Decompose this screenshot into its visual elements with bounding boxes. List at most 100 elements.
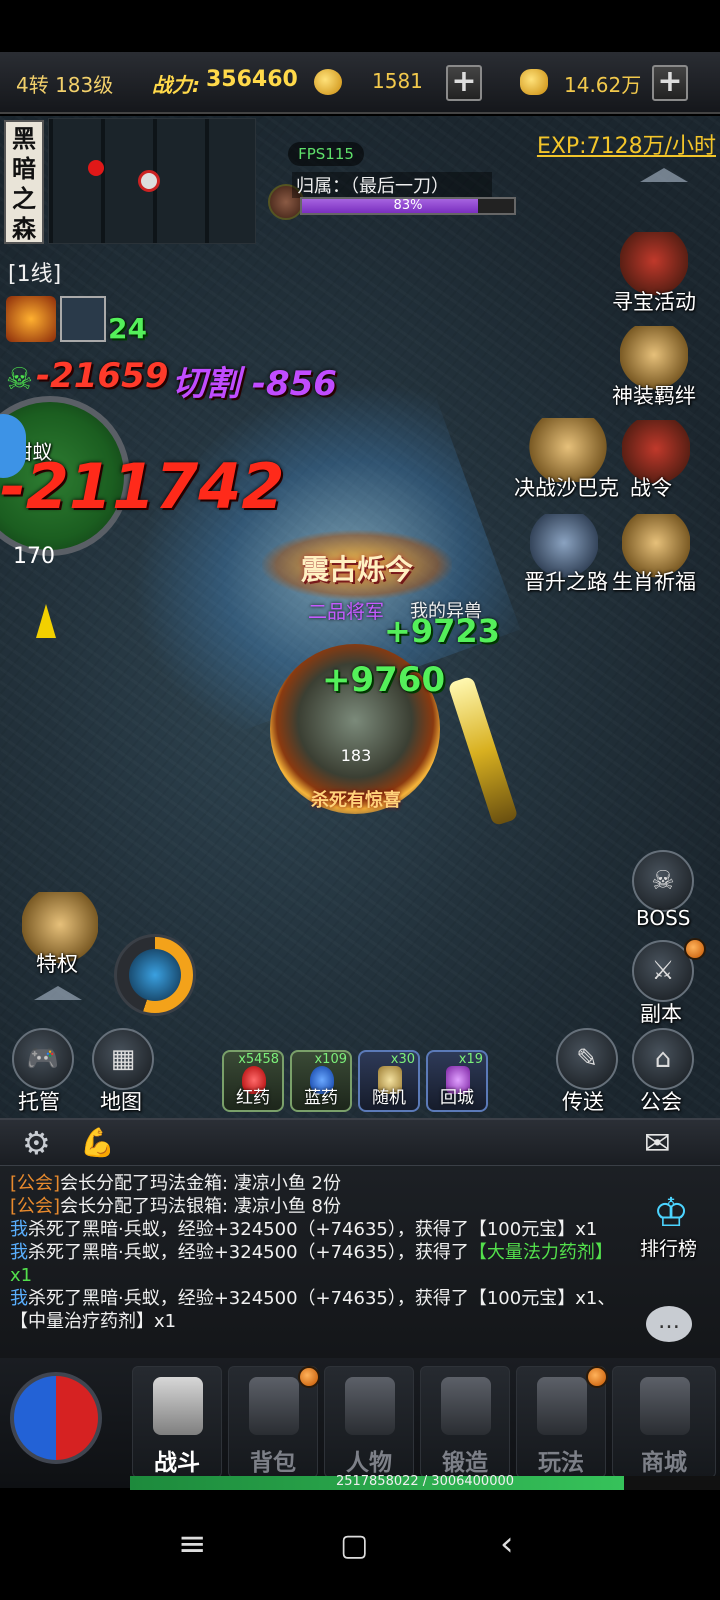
add-gold-button[interactable]: +	[446, 65, 482, 101]
nav-gameplay-label: 玩法	[538, 1450, 584, 1476]
skill-buff-icon	[60, 296, 106, 342]
top-resource-bar: 4转 183级 战力: 356460 1581 + 14.62万 +	[0, 52, 720, 114]
back-icon[interactable]: ‹	[500, 1524, 514, 1564]
minimap-enemy-marker	[88, 160, 104, 176]
world-map-label[interactable]: 地图	[100, 1086, 142, 1116]
blue-potion-label: 蓝药	[304, 1088, 338, 1108]
ranking-trophy-icon[interactable]: ♔	[636, 1190, 706, 1238]
red-potion-label: 红药	[236, 1088, 270, 1108]
guild-hall-icon: ⌂	[654, 1044, 672, 1074]
chat-text: 会长分配了玛法金箱: 凄凉小鱼 2份	[60, 1173, 342, 1194]
chat-guild-tag: [公会]	[10, 1196, 61, 1217]
guild-label[interactable]: 公会	[640, 1086, 682, 1116]
random-scroll-count: x30	[390, 1052, 415, 1067]
chat-guild-tag: [公会]	[10, 1173, 61, 1194]
damage-number-1: -21659	[36, 356, 169, 396]
nav-forge-label: 锻造	[442, 1450, 488, 1476]
crossed-swords-icon	[153, 1377, 203, 1435]
nav-character-label: 人物	[346, 1450, 392, 1476]
muscle-strength-icon[interactable]: 💪	[80, 1126, 115, 1159]
home-icon[interactable]: ▢	[340, 1528, 368, 1563]
player-level: 183	[340, 746, 372, 765]
expand-arrow-icon[interactable]	[34, 986, 82, 1000]
status-bar	[0, 0, 720, 52]
hero-title-text: 震古烁今	[300, 553, 413, 586]
collapse-arrow-icon[interactable]	[640, 168, 688, 182]
return-scroll-label: 回城	[440, 1088, 474, 1108]
blue-potion-slot[interactable]: x109 蓝药	[290, 1050, 352, 1112]
chat-line: 我杀死了黑暗·兵蚁，经验+324500（+74635），获得了【100元宝】x1	[10, 1218, 622, 1241]
dungeon-label[interactable]: 副本	[640, 998, 682, 1028]
add-ingot-button[interactable]: +	[652, 65, 688, 101]
chat-messages[interactable]: [公会]会长分配了玛法金箱: 凄凉小鱼 2份 [公会]会长分配了玛法银箱: 凄凉…	[10, 1172, 622, 1333]
blue-potion-count: x109	[314, 1052, 347, 1067]
heal-number-1: +9723	[384, 612, 500, 650]
winged-sword-icon	[537, 1377, 587, 1435]
teleport-label[interactable]: 传送	[562, 1086, 604, 1116]
boss-skull-icon: ☠	[651, 866, 675, 896]
battle-order-label[interactable]: 战令	[630, 472, 672, 502]
helmet-icon	[345, 1377, 395, 1435]
chat-text: 杀死了黑暗·兵蚁，经验+324500（+74635），获得了	[28, 1242, 469, 1263]
auto-play-button[interactable]: 🎮	[12, 1028, 74, 1090]
teleport-button[interactable]: ✎	[556, 1028, 618, 1090]
random-scroll-label: 随机	[372, 1088, 406, 1108]
yin-yang-orb-icon[interactable]	[10, 1372, 102, 1464]
minimap-player-marker	[138, 170, 160, 192]
guild-button[interactable]: ⌂	[632, 1028, 694, 1090]
random-scroll-slot[interactable]: x30 随机	[358, 1050, 420, 1112]
gold-coin-icon	[314, 69, 342, 95]
gold-amount: 1581	[372, 69, 423, 93]
chat-sender: 我	[10, 1242, 28, 1263]
pointer-marker-icon	[36, 604, 56, 638]
boss-gauge-level: 170	[13, 544, 55, 569]
chat-panel: ⚙ 💪 ✉ [公会]会长分配了玛法金箱: 凄凉小鱼 2份 [公会]会长分配了玛法…	[0, 1118, 720, 1358]
damage-tag-1: 切割 -856	[172, 364, 337, 404]
quick-item-bar: x5458 红药 x109 蓝药 x30 随机 x19 回城	[200, 1050, 518, 1120]
return-scroll-slot[interactable]: x19 回城	[426, 1050, 488, 1112]
power-value: 356460	[206, 67, 298, 92]
red-potion-slot[interactable]: x5458 红药	[222, 1050, 284, 1112]
mail-envelope-icon[interactable]: ✉	[644, 1124, 671, 1162]
nav-shop[interactable]: 商城	[612, 1366, 716, 1478]
world-map-button[interactable]: ▦	[92, 1028, 154, 1090]
recent-apps-icon[interactable]: ≡	[178, 1524, 207, 1564]
fire-buff-icon	[6, 296, 56, 342]
scroll-icon: ✎	[576, 1044, 598, 1074]
auto-play-label[interactable]: 托管	[18, 1086, 60, 1116]
exp-bar: 2517858022 / 3006400000	[130, 1474, 720, 1490]
map-icon: ▦	[110, 1044, 136, 1074]
server-line-label[interactable]: [1线]	[8, 256, 61, 288]
nav-forge[interactable]: 锻造	[420, 1366, 510, 1478]
nav-battle-label: 战斗	[154, 1450, 200, 1476]
chat-text: 杀死了黑暗·兵蚁，经验+324500（+74635），获得了【100元宝】x1、…	[10, 1288, 616, 1332]
nav-battle[interactable]: 战斗	[132, 1366, 222, 1478]
chat-line: [公会]会长分配了玛法银箱: 凄凉小鱼 8份	[10, 1195, 622, 1218]
zodiac-blessing-label[interactable]: 生肖祈福	[612, 566, 696, 596]
backpack-icon	[249, 1377, 299, 1435]
nav-shop-label: 商城	[641, 1450, 687, 1476]
boss-label[interactable]: BOSS	[636, 906, 691, 930]
sabac-battle-label[interactable]: 决战沙巴克	[514, 472, 619, 502]
player-rank: 4转 183级	[16, 73, 114, 97]
hero-rank-name: 二品将军	[308, 601, 385, 623]
nav-character[interactable]: 人物	[324, 1366, 414, 1478]
chat-sender: 我	[10, 1288, 28, 1309]
target-hp-percent: 83%	[393, 198, 423, 213]
treasure-hunt-label[interactable]: 寻宝活动	[612, 286, 696, 316]
divine-gear-label[interactable]: 神装羁绊	[612, 380, 696, 410]
exp-rate[interactable]: EXP:7128万/小时	[508, 128, 716, 160]
gamepad-icon: 🎮	[26, 1044, 60, 1074]
settings-gear-icon[interactable]: ⚙	[22, 1124, 51, 1162]
privilege-label[interactable]: 特权	[36, 948, 78, 978]
ranking-label[interactable]: 排行榜	[640, 1234, 697, 1261]
target-owner: 归属：（最后一刀）	[292, 172, 492, 198]
heal-number-2: +9760	[322, 660, 446, 700]
chat-bubble-icon[interactable]: …	[646, 1306, 692, 1342]
chat-text: 杀死了黑暗·兵蚁，经验+324500（+74635），获得了【100元宝】x1	[28, 1219, 598, 1240]
skill-cooldown-ring[interactable]	[114, 934, 196, 1016]
backpack-notify-dot	[298, 1366, 320, 1388]
boss-button[interactable]: ☠	[632, 850, 694, 912]
promotion-road-label[interactable]: 晋升之路	[524, 566, 608, 596]
poison-skull-icon: ☠	[6, 362, 33, 397]
